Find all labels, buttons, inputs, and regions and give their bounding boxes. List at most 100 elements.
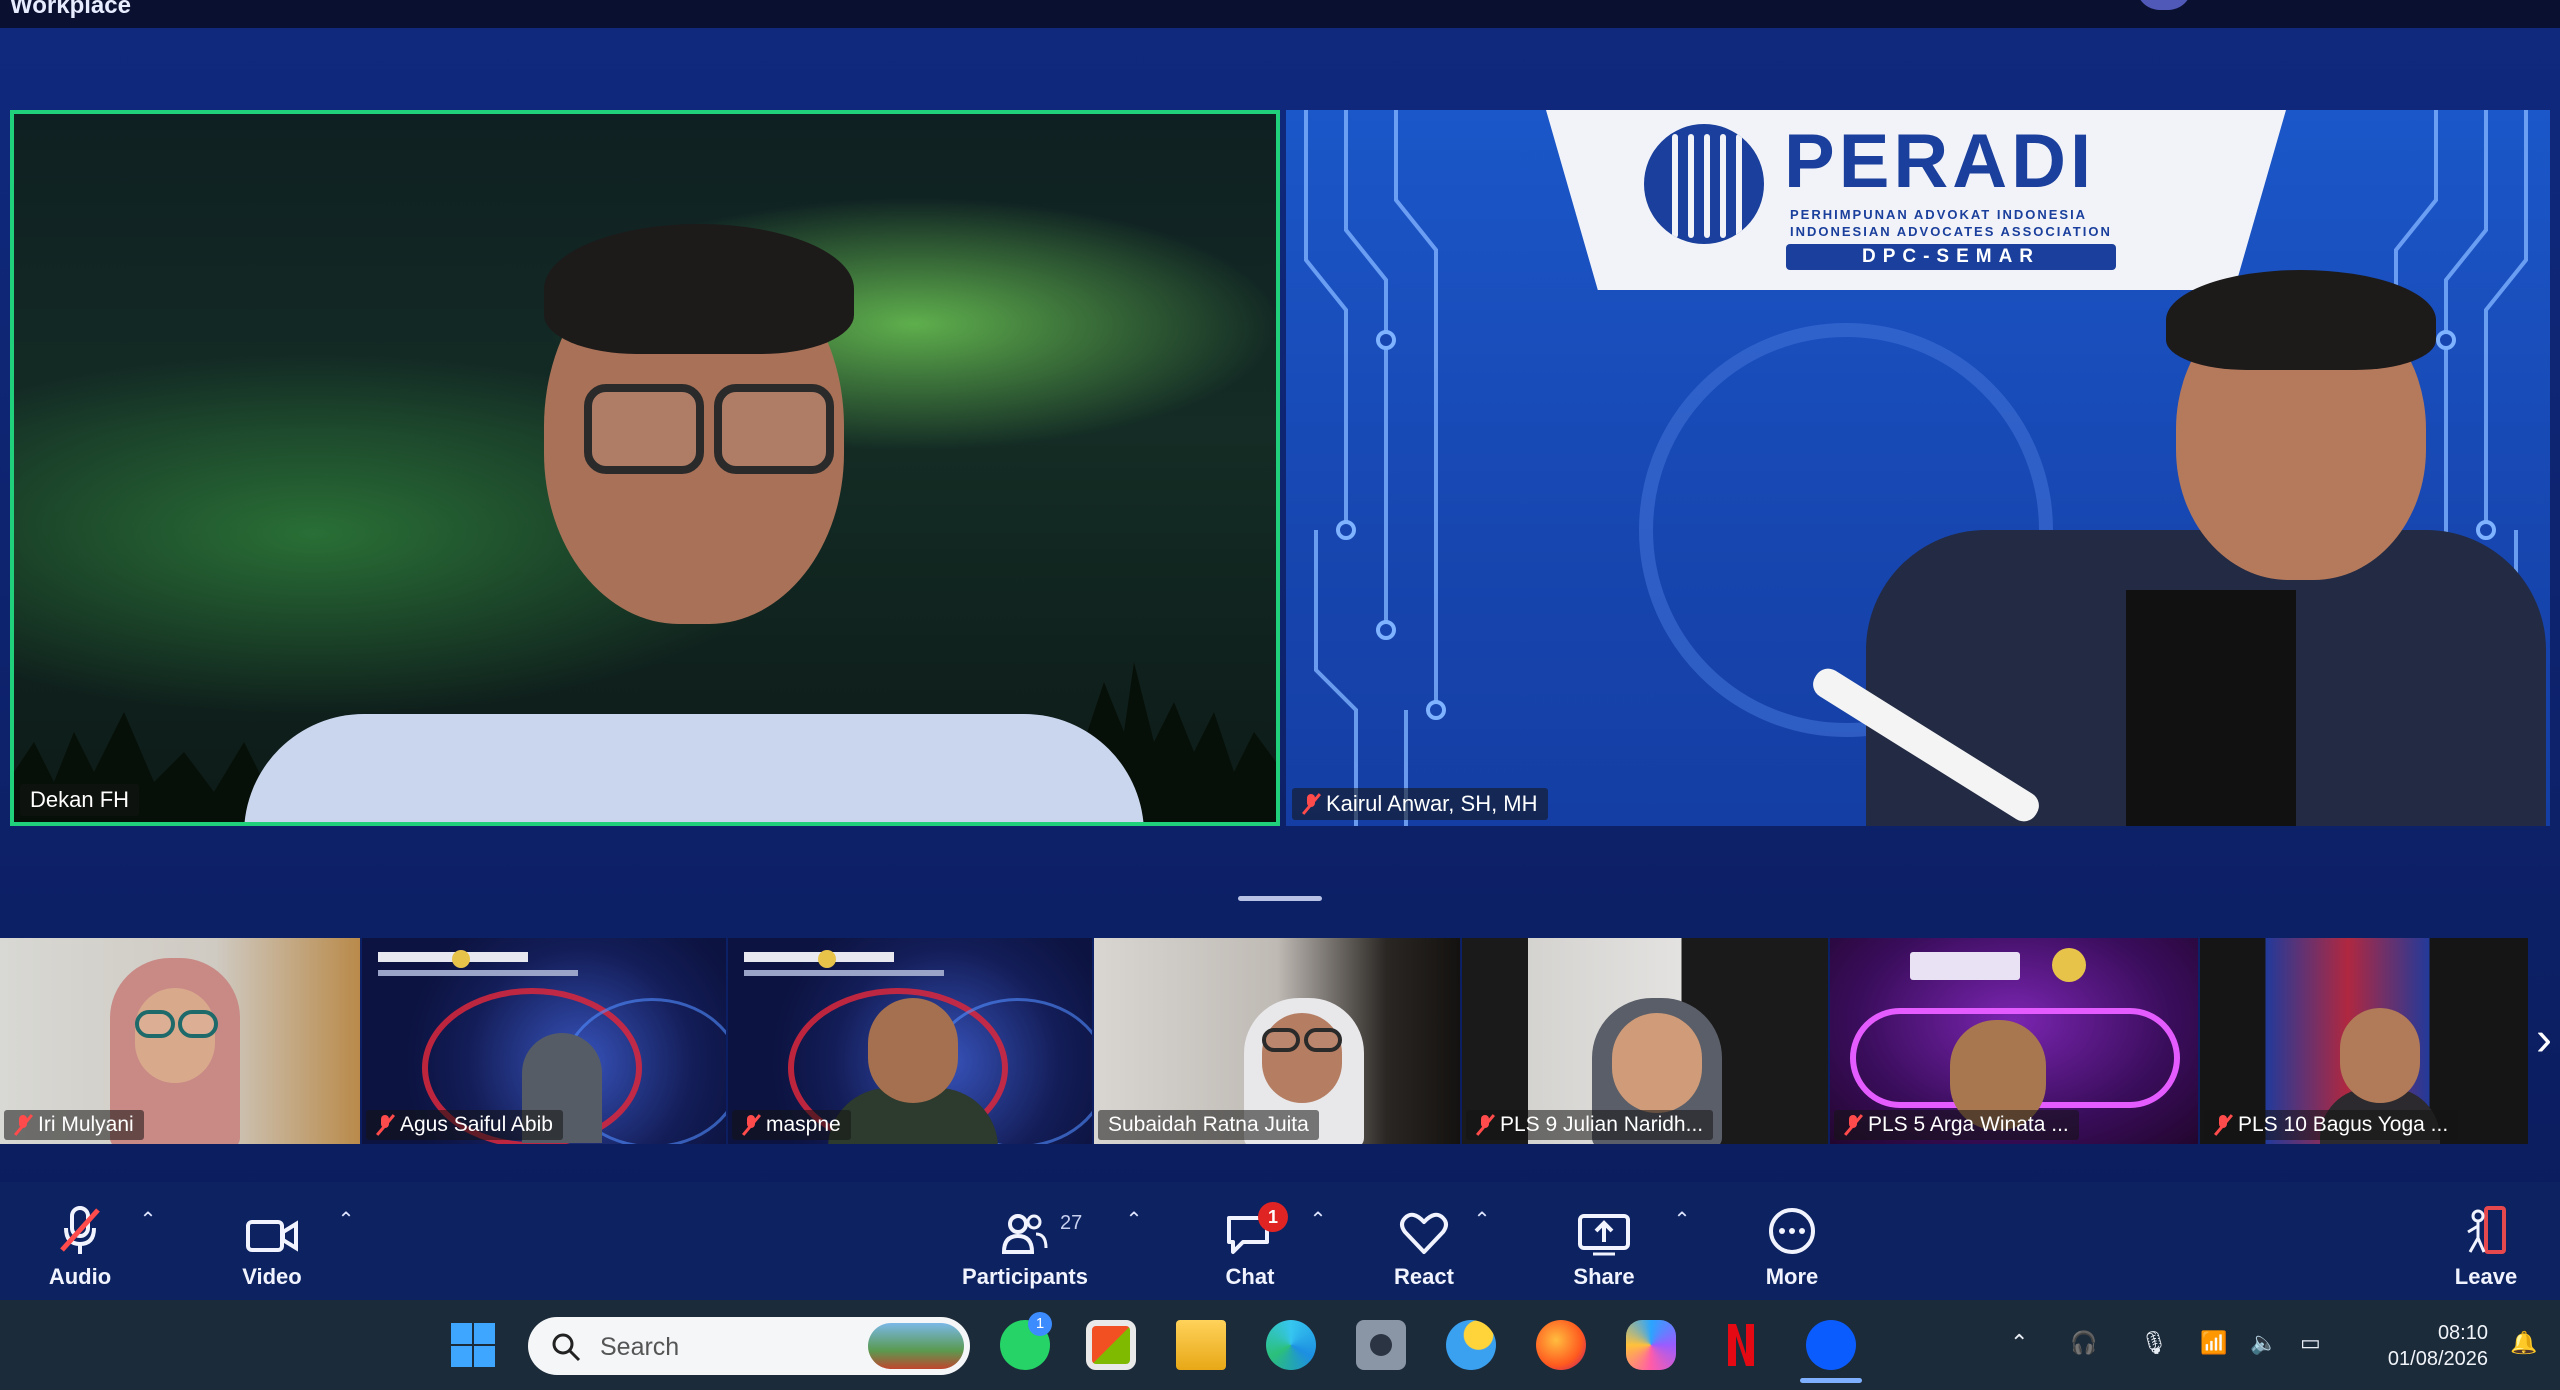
taskbar-clock[interactable]: 08:10 01/08/2026 (2368, 1320, 2488, 1372)
participants-button[interactable]: Participants (950, 1182, 1100, 1300)
participant-name: Dekan FH (30, 787, 130, 812)
share-label: Share (1573, 1264, 1635, 1289)
participant-name-label: Dekan FH (20, 784, 140, 816)
heart-icon (1400, 1212, 1448, 1254)
muted-mic-icon (376, 1114, 394, 1136)
participant-video-kairul (1566, 230, 2550, 826)
share-button[interactable]: Share (1554, 1182, 1654, 1300)
more-label: More (1765, 1264, 1819, 1289)
participants-count: 27 (1060, 1212, 1083, 1234)
camera-app-icon[interactable] (1356, 1320, 1406, 1370)
react-label: React (1394, 1264, 1454, 1289)
audio-button[interactable]: Audio (30, 1182, 130, 1300)
video-button[interactable]: Video (222, 1182, 322, 1300)
gallery-tile[interactable]: PLS 10 Bagus Yoga ... (2200, 938, 2528, 1144)
windows-start-icon[interactable] (448, 1320, 498, 1370)
peradi-subtitle-line-1: PERHIMPUNAN ADVOKAT INDONESIA (1790, 207, 2088, 222)
clock-date: 01/08/2026 (2387, 1348, 2488, 1370)
search-placeholder: Search (600, 1333, 680, 1361)
microsoft-store-icon[interactable] (1086, 1320, 1136, 1370)
gallery-tile[interactable]: Iri Mulyani (0, 938, 360, 1144)
gallery-resize-handle[interactable] (1238, 896, 1322, 901)
peradi-logo-icon (1644, 124, 1764, 244)
video-tile-participant[interactable]: PERADI PERHIMPUNAN ADVOKAT INDONESIA IND… (1286, 110, 2550, 826)
window-title: Workplace (10, 0, 131, 19)
file-explorer-icon[interactable] (1176, 1320, 1226, 1370)
notification-bell-icon[interactable]: 🔔 (2510, 1330, 2537, 1356)
participants-label: Participants (962, 1264, 1088, 1289)
muted-mic-icon (1302, 793, 1320, 815)
weather-icon[interactable] (1446, 1320, 1496, 1370)
video-tile-active-speaker[interactable]: Dekan FH (10, 110, 1280, 826)
microphone-muted-icon (60, 1206, 100, 1254)
participant-name: PLS 10 Bagus Yoga ... (2238, 1113, 2449, 1136)
peradi-wordmark: PERADI (1784, 119, 2096, 204)
chat-options-caret-icon[interactable]: ⌃ (1308, 1210, 1328, 1230)
participants-icon (1002, 1214, 1048, 1254)
participant-name: PLS 5 Arga Winata ... (1868, 1113, 2069, 1136)
audio-label: Audio (48, 1264, 112, 1289)
search-highlight-image (868, 1323, 964, 1369)
title-bar: Workplace (0, 0, 2560, 28)
gallery-tile[interactable]: Agus Saiful Abib (362, 938, 726, 1144)
video-camera-icon (246, 1220, 298, 1252)
video-label: Video (242, 1264, 302, 1289)
gallery-strip: Iri Mulyani Agus Saiful Abib maspne Suba… (0, 938, 2560, 1144)
participant-name-label: Subaidah Ratna Juita (1098, 1110, 1319, 1140)
participant-video-dekan (244, 174, 1144, 822)
volume-icon[interactable]: 🔈 (2250, 1330, 2277, 1356)
whatsapp-notification-badge: 1 (1028, 1312, 1052, 1336)
meeting-toolbar: Audio ⌃ Video ⌃ Participants 27 ⌃ Chat 1… (0, 1182, 2560, 1300)
participant-name-label: PLS 9 Julian Naridh... (1466, 1110, 1714, 1140)
microphone-icon[interactable]: 🎙 (2140, 1330, 2168, 1356)
edge-browser-icon[interactable] (1266, 1320, 1316, 1370)
react-button[interactable]: React (1374, 1182, 1474, 1300)
copilot-icon[interactable] (1626, 1320, 1676, 1370)
netflix-icon[interactable] (1716, 1320, 1766, 1370)
react-options-caret-icon[interactable]: ⌃ (1472, 1210, 1492, 1230)
gallery-tile[interactable]: maspne (728, 938, 1092, 1144)
participant-name: PLS 9 Julian Naridh... (1500, 1113, 1704, 1136)
user-avatar[interactable] (2136, 0, 2192, 10)
chevron-up-icon[interactable]: ⌃ (2010, 1330, 2028, 1356)
more-button[interactable]: More (1742, 1182, 1842, 1300)
muted-mic-icon (2214, 1114, 2232, 1136)
share-screen-icon (1578, 1214, 1630, 1256)
audio-options-caret-icon[interactable]: ⌃ (138, 1210, 158, 1230)
leave-door-icon (2467, 1206, 2506, 1254)
chat-button[interactable]: Chat (1200, 1182, 1300, 1300)
search-icon (552, 1333, 581, 1362)
participant-name: Iri Mulyani (38, 1113, 134, 1136)
gallery-tile[interactable]: PLS 5 Arga Winata ... (1830, 938, 2198, 1144)
gallery-tile[interactable]: Subaidah Ratna Juita (1094, 938, 1460, 1144)
muted-mic-icon (742, 1114, 760, 1136)
chevron-right-icon[interactable]: › (2528, 1010, 2560, 1070)
headset-icon[interactable]: 🎧 (2070, 1330, 2097, 1356)
chat-label: Chat (1225, 1264, 1275, 1289)
wifi-icon[interactable]: 📶 (2200, 1330, 2227, 1356)
video-options-caret-icon[interactable]: ⌃ (336, 1210, 356, 1230)
leave-button[interactable]: Leave (2436, 1182, 2536, 1300)
whatsapp-icon[interactable]: 1 (1000, 1312, 1052, 1370)
gallery-tile[interactable]: PLS 9 Julian Naridh... (1462, 938, 1828, 1144)
muted-mic-icon (14, 1114, 32, 1136)
participant-name-label: PLS 5 Arga Winata ... (1834, 1110, 2079, 1140)
taskbar-search-box[interactable]: Search (528, 1317, 970, 1375)
participant-name-label: Iri Mulyani (4, 1110, 144, 1140)
participant-name: Subaidah Ratna Juita (1108, 1113, 1309, 1136)
chat-unread-badge: 1 (1258, 1202, 1288, 1232)
participant-name-label: Agus Saiful Abib (366, 1110, 563, 1140)
participant-name-label: Kairul Anwar, SH, MH (1292, 788, 1548, 820)
windows-taskbar: Search 1 ⌃ 🎧 🎙 📶 🔈 ▭ 08:10 01/08/2026 🔔 (0, 1300, 2560, 1390)
more-options-icon (1769, 1208, 1815, 1254)
firefox-icon[interactable] (1536, 1320, 1586, 1370)
battery-icon[interactable]: ▭ (2300, 1330, 2321, 1356)
zoom-icon[interactable] (1800, 1320, 1862, 1383)
participant-name: Kairul Anwar, SH, MH (1326, 791, 1538, 816)
participants-options-caret-icon[interactable]: ⌃ (1124, 1210, 1144, 1230)
clock-time: 08:10 (2437, 1322, 2488, 1344)
muted-mic-icon (1476, 1114, 1494, 1136)
participant-name-label: PLS 10 Bagus Yoga ... (2204, 1110, 2459, 1140)
muted-mic-icon (1844, 1114, 1862, 1136)
share-options-caret-icon[interactable]: ⌃ (1672, 1210, 1692, 1230)
